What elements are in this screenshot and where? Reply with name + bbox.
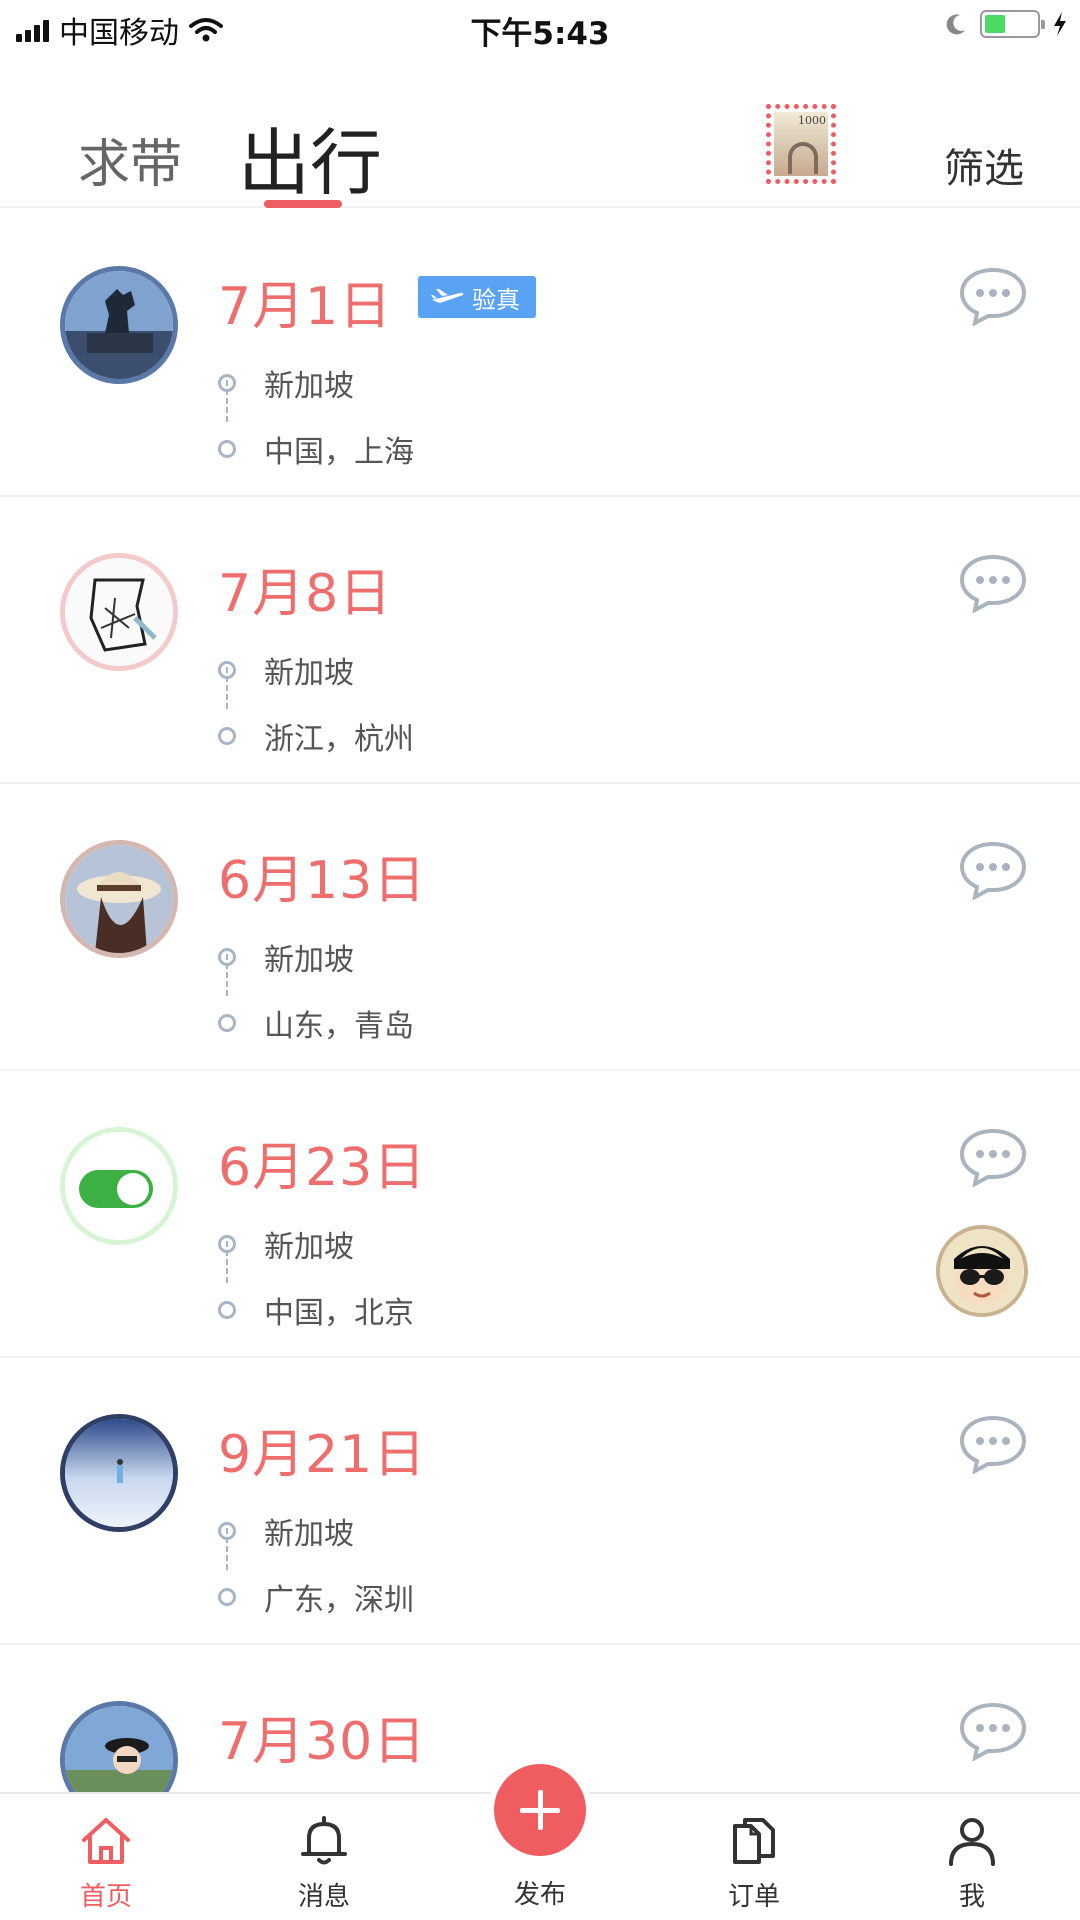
trip-date: 6月23日: [218, 1138, 427, 1198]
trip-destination: 广东，深圳: [264, 1583, 414, 1618]
verify-badge: 验真: [418, 276, 536, 318]
nav-messages-label: 消息: [297, 1882, 350, 1912]
trip-item[interactable]: 6月13日 新加坡 山东，青岛: [0, 784, 1080, 1071]
status-time: 下午5:43: [470, 16, 610, 52]
nav-orders-label: 订单: [727, 1882, 780, 1912]
destination-dot: [218, 440, 236, 458]
trip-item[interactable]: 7月8日 新加坡 浙江，杭州: [0, 497, 1080, 784]
nav-me-label: 我: [958, 1882, 985, 1912]
destination-dot: [218, 1588, 236, 1606]
verify-label: 验真: [472, 285, 520, 314]
trip-destination: 中国，上海: [264, 435, 414, 470]
matched-user-avatar[interactable]: [936, 1225, 1028, 1317]
status-bar: 中国移动 下午5:43: [0, 0, 1080, 56]
nav-messages[interactable]: 消息: [264, 1814, 384, 1913]
trip-date: 7月30日: [218, 1712, 427, 1772]
person-icon: [949, 1818, 995, 1866]
route: 新加坡 中国，上海: [218, 350, 414, 482]
chat-bubble-icon[interactable]: [958, 840, 1028, 900]
stamp-value: 1000: [798, 114, 826, 127]
trip-item[interactable]: 7月1日 验真 新加坡 中国，上海: [0, 210, 1080, 497]
route: 新加坡 广东，深圳: [218, 1498, 414, 1630]
chat-bubble-icon[interactable]: [958, 553, 1028, 613]
nav-me[interactable]: 我: [912, 1814, 1032, 1913]
trip-origin: 新加坡: [264, 1517, 354, 1552]
nav-publish-label: 发布: [513, 1880, 566, 1910]
route: 新加坡 中国，北京: [218, 1211, 414, 1343]
trip-date: 7月8日: [218, 564, 393, 624]
nav-orders[interactable]: 订单: [694, 1814, 814, 1913]
trip-date: 7月1日: [218, 277, 393, 337]
trip-destination: 中国，北京: [264, 1296, 414, 1331]
avatar[interactable]: [60, 553, 178, 671]
plus-icon: [494, 1764, 586, 1856]
tab-qiudai[interactable]: 求带: [78, 122, 182, 197]
bottom-nav: 首页 消息 发布 订单 我: [0, 1758, 1080, 1920]
chat-bubble-icon[interactable]: [958, 1127, 1028, 1187]
chat-bubble-icon[interactable]: [958, 1701, 1028, 1761]
header: 求带 出行 1000 筛选: [0, 56, 1080, 208]
charging-icon: [1054, 12, 1066, 36]
chat-bubble-icon[interactable]: [958, 1414, 1028, 1474]
avatar[interactable]: [60, 1127, 178, 1245]
chat-bubble-icon[interactable]: [958, 266, 1028, 326]
tab-chuxing[interactable]: 出行: [238, 104, 382, 209]
route: 新加坡 浙江，杭州: [218, 637, 414, 769]
active-tab-indicator: [264, 200, 342, 208]
trip-destination: 山东，青岛: [264, 1009, 414, 1044]
publish-button[interactable]: [488, 1758, 592, 1862]
home-icon: [82, 1818, 130, 1864]
moon-icon: [946, 14, 965, 35]
nav-home-label: 首页: [79, 1882, 132, 1912]
stamp-icon[interactable]: 1000: [766, 104, 836, 184]
avatar[interactable]: [60, 266, 178, 384]
trip-list: 7月1日 验真 新加坡 中国，上海 7月8日 新加坡 浙江，杭州 6月13日 新…: [0, 210, 1080, 1920]
filter-button[interactable]: 筛选: [944, 136, 1024, 194]
bell-icon: [301, 1816, 347, 1865]
airplane-icon: [431, 289, 464, 303]
trip-origin: 新加坡: [264, 1230, 354, 1265]
destination-dot: [218, 1301, 236, 1319]
avatar[interactable]: [60, 840, 178, 958]
destination-dot: [218, 1014, 236, 1032]
route: 新加坡 山东，青岛: [218, 924, 414, 1056]
avatar[interactable]: [60, 1414, 178, 1532]
destination-dot: [218, 727, 236, 745]
trip-date: 9月21日: [218, 1425, 427, 1485]
trip-item[interactable]: 6月23日 新加坡 中国，北京: [0, 1071, 1080, 1358]
documents-icon: [733, 1818, 775, 1864]
nav-home[interactable]: 首页: [46, 1814, 166, 1913]
trip-origin: 新加坡: [264, 369, 354, 404]
status-right: [944, 10, 1068, 38]
trip-item[interactable]: 9月21日 新加坡 广东，深圳: [0, 1358, 1080, 1645]
trip-origin: 新加坡: [264, 656, 354, 691]
trip-destination: 浙江，杭州: [264, 722, 414, 757]
trip-origin: 新加坡: [264, 943, 354, 978]
battery-icon: [980, 10, 1045, 38]
trip-date: 6月13日: [218, 851, 427, 911]
